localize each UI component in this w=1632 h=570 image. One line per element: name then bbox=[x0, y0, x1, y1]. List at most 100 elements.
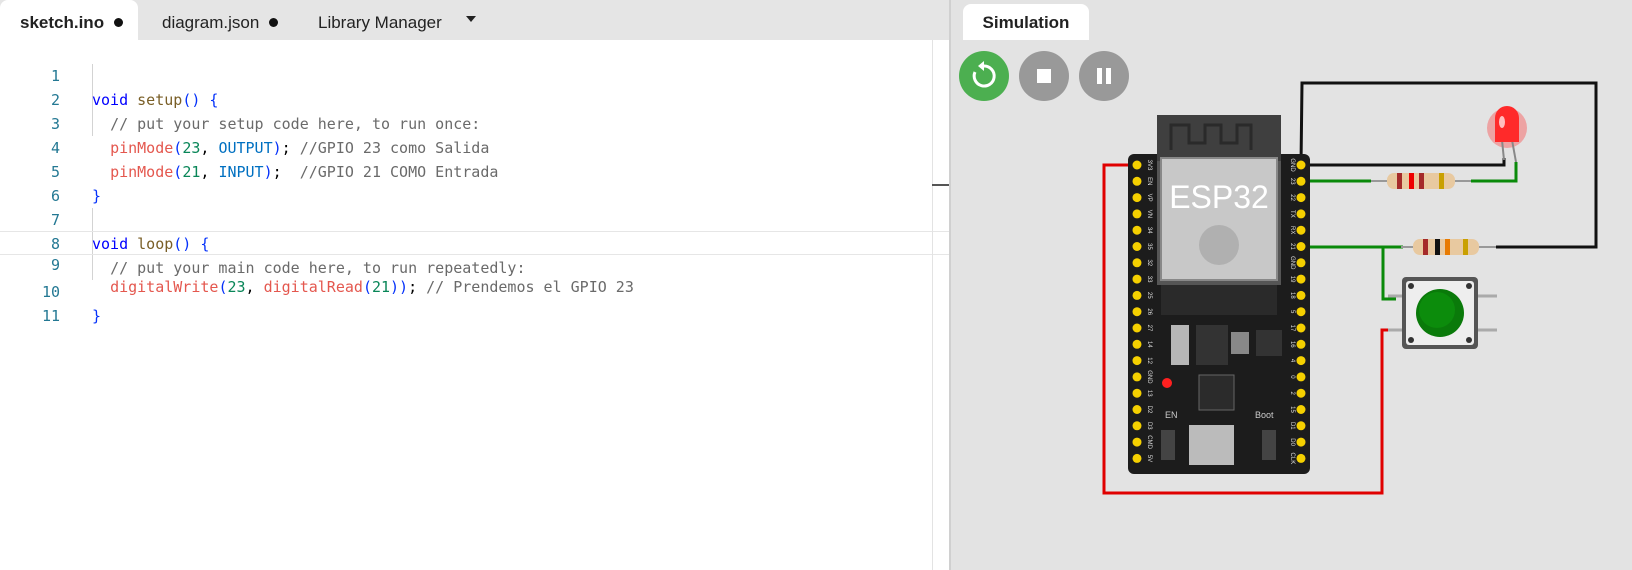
code-line-current: 9 digitalWrite(23, digitalRead(21)); // … bbox=[0, 231, 949, 296]
pin-label: 32 bbox=[1146, 259, 1152, 266]
pin-32[interactable] bbox=[1132, 258, 1142, 268]
tab-label: sketch.ino bbox=[20, 13, 105, 32]
pin-label: 13 bbox=[1146, 390, 1152, 397]
pin-19[interactable] bbox=[1296, 274, 1306, 284]
pin-0[interactable] bbox=[1296, 372, 1306, 382]
usb-port bbox=[1189, 425, 1234, 465]
pin-label: 14 bbox=[1146, 341, 1152, 348]
pin-label: D0 bbox=[1289, 438, 1295, 446]
pin-18[interactable] bbox=[1296, 290, 1306, 300]
code-line: 4 pinMode(21, INPUT); //GPIO 21 COMO Ent… bbox=[0, 112, 949, 181]
pin-35[interactable] bbox=[1132, 242, 1142, 251]
pin-27[interactable] bbox=[1132, 323, 1142, 333]
pin-5[interactable] bbox=[1296, 307, 1306, 317]
pin-label: D1 bbox=[1289, 422, 1295, 430]
pin-vn[interactable] bbox=[1132, 209, 1142, 219]
en-label: EN bbox=[1165, 410, 1178, 420]
pin-d3[interactable] bbox=[1132, 421, 1142, 431]
code-area[interactable]: 1 void setup() { 2 // put your setup cod… bbox=[0, 40, 949, 570]
pin-vp[interactable] bbox=[1132, 193, 1142, 203]
pin-26[interactable] bbox=[1132, 307, 1142, 317]
pin-3v3[interactable] bbox=[1132, 160, 1142, 170]
pin-5v[interactable] bbox=[1132, 453, 1142, 463]
line-text: } bbox=[92, 307, 102, 325]
pin-2[interactable] bbox=[1296, 388, 1306, 398]
pin-label: 16 bbox=[1289, 341, 1295, 348]
code-line: 7 void loop() { bbox=[0, 184, 949, 253]
pin-label: 27 bbox=[1146, 325, 1152, 332]
boot-label: Boot bbox=[1255, 410, 1274, 420]
pin-34[interactable] bbox=[1132, 225, 1142, 235]
pin-gnd[interactable] bbox=[1296, 258, 1306, 268]
tab-menu-caret-icon[interactable] bbox=[466, 16, 476, 22]
tab-sketch-ino[interactable]: sketch.ino bbox=[0, 0, 138, 40]
tab-label: Library Manager bbox=[318, 13, 442, 32]
tab-library-manager[interactable]: Library Manager bbox=[318, 0, 458, 40]
esp32-board[interactable]: ESP32 EN Boot 3V3 EN VP VN 34 35 32 33 25 26 27 14 1… bbox=[1128, 115, 1310, 474]
pin-label: VN bbox=[1146, 210, 1152, 218]
pin-d1[interactable] bbox=[1296, 421, 1306, 431]
pin-22[interactable] bbox=[1296, 193, 1306, 203]
black-wire-led[interactable] bbox=[1301, 158, 1506, 167]
scrollbar-position-marker bbox=[932, 184, 949, 186]
pin-label: GND bbox=[1289, 256, 1295, 270]
pin-17[interactable] bbox=[1296, 323, 1306, 333]
pin-label: VP bbox=[1146, 194, 1152, 202]
pin-13[interactable] bbox=[1132, 388, 1142, 398]
pin-label: 35 bbox=[1146, 243, 1152, 250]
pin-14[interactable] bbox=[1132, 339, 1142, 349]
pin-cmd[interactable] bbox=[1132, 437, 1142, 447]
simulation-pane: Simulation ESP32 EN Boot 3V3 EN VP VN 34… bbox=[951, 0, 1632, 570]
pin-en[interactable] bbox=[1132, 176, 1142, 186]
boot-button[interactable] bbox=[1262, 430, 1276, 460]
pin-clk[interactable] bbox=[1296, 453, 1306, 463]
pin-d2[interactable] bbox=[1132, 405, 1142, 414]
code-line: 6 bbox=[0, 160, 949, 205]
pin-label: 5V bbox=[1146, 455, 1152, 462]
pin-label: 22 bbox=[1289, 194, 1295, 201]
pin-label: TX bbox=[1289, 210, 1295, 218]
code-line: 3 pinMode(23, OUTPUT); //GPIO 23 como Sa… bbox=[0, 88, 949, 157]
editor-scrollbar[interactable] bbox=[932, 40, 933, 570]
pin-label: GND bbox=[1289, 158, 1295, 172]
pin-gnd[interactable] bbox=[1296, 160, 1306, 170]
push-button[interactable] bbox=[1388, 277, 1497, 349]
pin-33[interactable] bbox=[1132, 274, 1142, 284]
pin-label: CMD bbox=[1146, 435, 1152, 449]
pin-label: 17 bbox=[1289, 325, 1295, 332]
pin-15[interactable] bbox=[1296, 405, 1306, 414]
green-wire-button[interactable] bbox=[1381, 247, 1396, 301]
pin-gnd[interactable] bbox=[1132, 372, 1142, 382]
pin-label: D3 bbox=[1146, 422, 1152, 430]
pin-label: 23 bbox=[1289, 178, 1295, 185]
code-line: 2 // put your setup code here, to run on… bbox=[0, 64, 949, 133]
pin-label: 3V3 bbox=[1146, 160, 1152, 171]
board-name: ESP32 bbox=[1169, 179, 1269, 215]
resistor-1[interactable] bbox=[1371, 173, 1471, 189]
pin-d0[interactable] bbox=[1296, 437, 1306, 447]
pin-tx[interactable] bbox=[1296, 209, 1306, 219]
red-led[interactable] bbox=[1487, 106, 1527, 163]
pin-25[interactable] bbox=[1132, 290, 1142, 300]
espressif-logo-icon bbox=[1199, 225, 1239, 265]
circuit-canvas[interactable]: ESP32 EN Boot 3V3 EN VP VN 34 35 32 33 25 26 27 14 1… bbox=[951, 0, 1632, 570]
resistor-2[interactable] bbox=[1401, 239, 1496, 255]
tab-diagram-json[interactable]: diagram.json bbox=[162, 0, 292, 40]
pin-label: 25 bbox=[1146, 292, 1152, 299]
pin-rx[interactable] bbox=[1296, 225, 1306, 235]
pin-16[interactable] bbox=[1296, 339, 1306, 349]
code-line: 5 } bbox=[0, 136, 949, 205]
pin-21[interactable] bbox=[1296, 242, 1306, 251]
code-line: 10 } bbox=[0, 256, 949, 325]
pin-4[interactable] bbox=[1296, 356, 1306, 366]
pin-label: 26 bbox=[1146, 308, 1152, 315]
en-button[interactable] bbox=[1161, 430, 1175, 460]
code-editor-pane: sketch.ino diagram.json Library Manager … bbox=[0, 0, 949, 570]
pin-label: CLK bbox=[1289, 453, 1295, 465]
pin-label: 12 bbox=[1146, 357, 1152, 364]
code-line: 1 void setup() { bbox=[0, 40, 949, 109]
tab-label: diagram.json bbox=[162, 13, 260, 32]
pin-23[interactable] bbox=[1296, 176, 1306, 186]
pin-12[interactable] bbox=[1132, 356, 1142, 366]
pin-label: 15 bbox=[1289, 406, 1295, 413]
